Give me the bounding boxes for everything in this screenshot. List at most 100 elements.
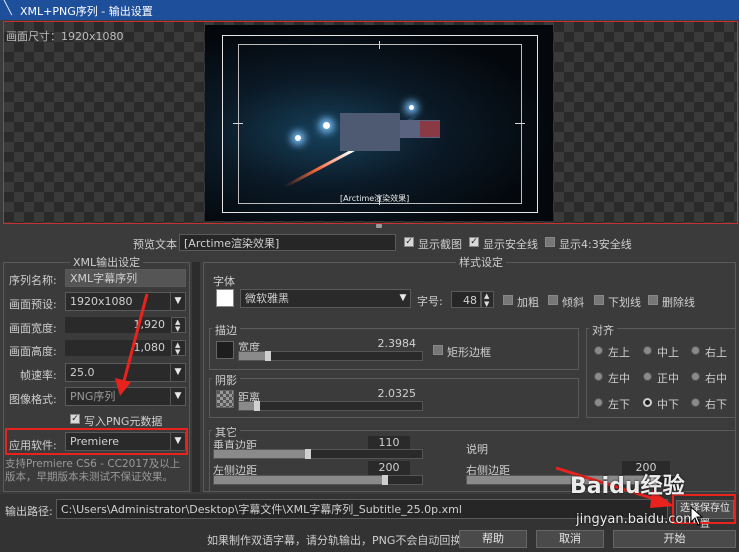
align-option-label: 左下 [608,398,630,411]
left-margin-value[interactable]: 200 [368,461,410,475]
align-option-label: 正中 [657,372,679,385]
left-margin-fill [214,476,385,484]
show-safe-lines-checkbox[interactable]: ✓ [469,237,479,247]
preview-text-input[interactable]: [Arctime渲染效果] [179,234,396,251]
cancel-button[interactable]: 取消 [536,530,604,548]
chevron-down-icon: ▼ [170,388,185,405]
show-43-safe-lines-checkbox[interactable] [545,237,555,247]
xml-settings-title: XML输出设定 [70,254,144,270]
video-caption: [Arctime渲染效果] [340,194,410,203]
rect-border-checkbox[interactable] [433,345,443,355]
app-dropdown[interactable]: Premiere ▼ [65,432,186,451]
chevron-down-icon: ▼ [399,293,407,303]
stroke-width-knob[interactable] [265,351,271,361]
align-option-label: 中下 [657,398,679,411]
style-settings-title: 样式设定 [456,254,506,270]
strikethrough-label: 删除线 [662,296,695,309]
lens-flare-small [295,135,301,141]
bold-checkbox[interactable] [503,295,513,305]
width-stepper[interactable]: ▲ ▼ [171,317,186,333]
stroke-width-value: 2.3984 [377,337,417,350]
canvas-size-label: 画面尺寸：1920x1080 [6,30,124,43]
strikethrough-checkbox[interactable] [648,295,658,305]
align-option-label: 左上 [608,346,630,359]
window-title: XML+PNG序列 - 输出设置 [20,5,153,18]
write-png-meta-checkbox[interactable]: ✓ [70,414,80,424]
chevron-down-icon: ▼ [170,293,185,310]
stroke-color-swatch[interactable] [216,341,234,359]
align-radio-3[interactable] [691,346,700,355]
compatibility-note: 支持Premiere CS6 - CC2017及以上版本，早期版本未测试不保证效… [5,458,181,483]
v-margin-value[interactable]: 110 [368,436,410,450]
height-stepper[interactable]: ▲ ▼ [171,340,186,356]
note-label: 说明 [466,443,488,456]
fps-label: 帧速率: [20,369,57,382]
align-option-label: 中上 [657,346,679,359]
left-margin-knob[interactable] [382,475,388,485]
show-screenshot-label: 显示截图 [418,238,462,251]
stepper-down-icon: ▼ [484,300,490,308]
sequence-name-input[interactable]: XML字幕序列 [65,269,186,287]
title-bar: ╲ XML+PNG序列 - 输出设置 [0,0,739,20]
font-value: 微软雅黑 [245,292,289,305]
rect-border-label: 矩形边框 [447,346,491,359]
app-logo-icon: ╲ [4,1,12,16]
app-value: Premiere [70,435,120,448]
v-margin-slider[interactable] [213,449,423,459]
align-radio-8[interactable] [643,398,652,407]
bold-label: 加粗 [517,296,539,309]
align-radio-1[interactable] [594,346,603,355]
show-43-safe-lines-label: 显示4:3安全线 [559,238,632,251]
align-option-label: 左中 [608,372,630,385]
footer-hint: 如果制作双语字幕，请分轨输出，PNG不会自动回换行 [207,534,473,547]
align-radio-9[interactable] [691,398,700,407]
write-png-meta-label: 写入PNG元数据 [84,415,163,428]
stepper-down-icon: ▼ [175,348,181,356]
italic-checkbox[interactable] [548,295,558,305]
show-screenshot-checkbox[interactable]: ✓ [404,237,414,247]
italic-label: 倾斜 [562,296,584,309]
splitter-handle[interactable] [376,224,382,228]
preset-label: 画面预设: [9,298,57,311]
settings-scrollbar[interactable] [192,262,200,492]
shadow-group-label: 阴影 [212,372,240,388]
align-option-label: 右中 [705,372,727,385]
align-radio-7[interactable] [594,398,603,407]
font-group-label: 字体 [213,275,235,288]
align-radio-2[interactable] [643,346,652,355]
app-label: 应用软件: [9,439,57,452]
stepper-down-icon: ▼ [175,325,181,333]
mouse-cursor-icon [690,506,704,526]
fps-value: 25.0 [70,366,95,379]
chevron-down-icon: ▼ [170,364,185,381]
mosaic-block [340,113,400,151]
stroke-group-label: 描边 [212,322,240,338]
safe-tick-left [233,123,243,124]
underline-checkbox[interactable] [594,295,604,305]
shadow-distance-knob[interactable] [254,401,260,411]
v-margin-knob[interactable] [305,449,311,459]
stroke-width-slider[interactable] [238,351,423,361]
help-button[interactable]: 帮助 [459,530,527,548]
font-dropdown[interactable]: 微软雅黑 ▼ [240,289,411,308]
font-size-input[interactable]: 48 [451,291,481,308]
shadow-color-swatch[interactable] [216,390,234,408]
align-radio-6[interactable] [691,372,700,381]
lens-flare-right [409,105,414,110]
v-margin-fill [214,450,308,458]
font-size-stepper[interactable]: ▲ ▼ [481,291,494,308]
lens-flare [323,122,330,129]
safe-tick-top [379,41,380,49]
sequence-name-label: 序列名称: [9,274,57,287]
safe-tick-right [515,123,525,124]
align-radio-4[interactable] [594,372,603,381]
height-label: 画面高度: [9,345,57,358]
start-button[interactable]: 开始 [613,530,736,548]
shadow-distance-slider[interactable] [238,401,423,411]
align-radio-5[interactable] [643,372,652,381]
font-color-swatch[interactable] [216,289,234,307]
left-margin-slider[interactable] [213,475,423,485]
chevron-down-icon: ▼ [170,433,185,450]
stroke-width-fill [239,352,268,360]
watermark-brand: Baidu经验 [570,474,685,499]
